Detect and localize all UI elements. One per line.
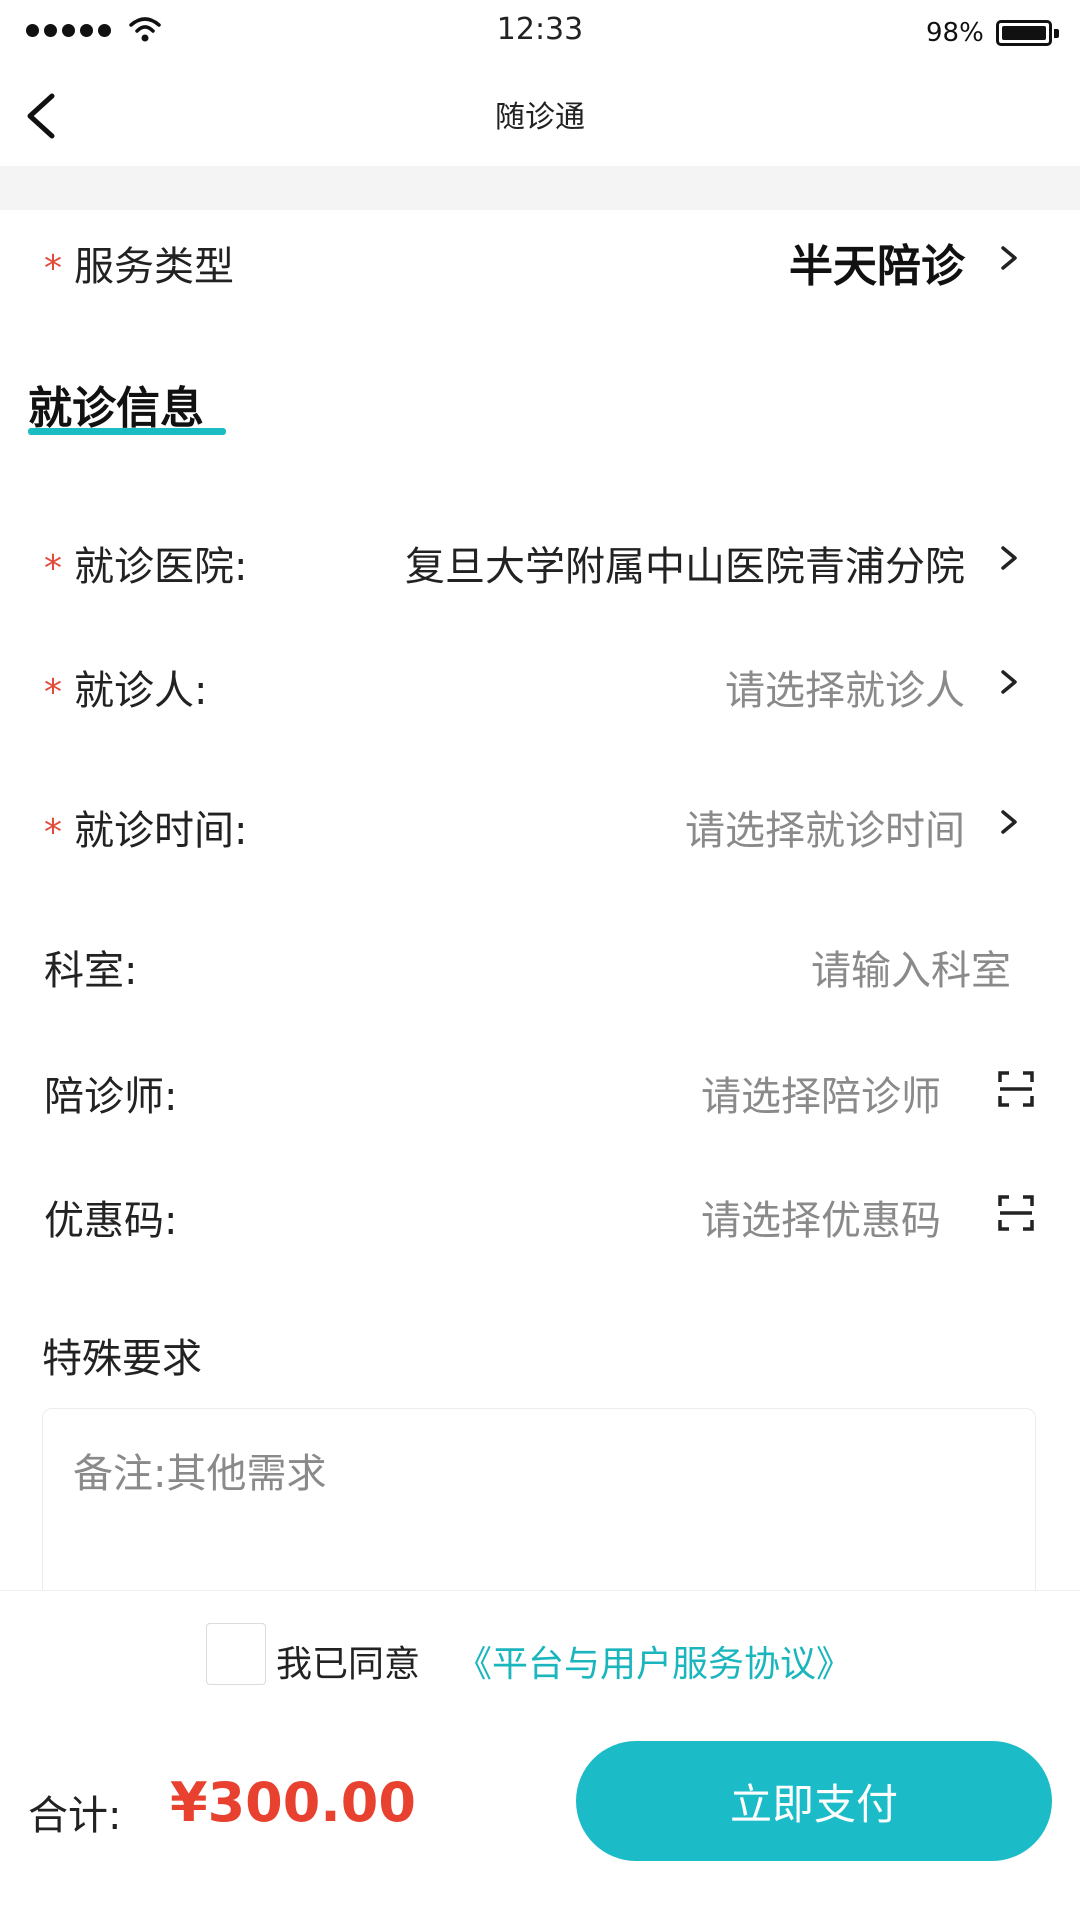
scan-icon[interactable] xyxy=(997,1194,1035,1232)
remarks-textarea[interactable]: 备注:其他需求 xyxy=(42,1408,1036,1608)
patient-label-text: 就诊人: xyxy=(74,668,208,714)
special-requirements-label: 特殊要求 xyxy=(42,1336,202,1382)
section-title: 就诊信息 xyxy=(28,383,204,434)
chevron-right-icon xyxy=(1001,670,1017,694)
total-amount: ¥300.00 xyxy=(170,1771,416,1834)
section-underline xyxy=(28,428,226,435)
service-type-label: * 服务类型 xyxy=(44,234,234,292)
agreement-row: 我已同意 《平台与用户服务协议》 xyxy=(0,1623,1080,1689)
patient-row[interactable]: * 就诊人: 请选择就诊人 xyxy=(40,646,1035,716)
remarks-placeholder: 备注:其他需求 xyxy=(73,1451,327,1497)
required-mark: * xyxy=(44,548,62,589)
chevron-right-icon xyxy=(1001,810,1017,834)
service-type-value: 半天陪诊 xyxy=(789,241,965,292)
agreement-text: 我已同意 xyxy=(276,1644,421,1685)
visit-time-placeholder: 请选择就诊时间 xyxy=(685,808,965,854)
chevron-right-icon xyxy=(1001,246,1017,270)
coupon-row[interactable]: 优惠码: 请选择优惠码 xyxy=(40,1176,1035,1246)
status-bar: 12:33 98% xyxy=(0,0,1080,62)
patient-label: * 就诊人: xyxy=(44,658,207,716)
top-divider-band xyxy=(0,166,1080,210)
page-title: 随诊通 xyxy=(495,100,585,135)
hospital-label-text: 就诊医院: xyxy=(74,544,248,590)
total-label: 合计: xyxy=(28,1793,122,1839)
visit-time-row[interactable]: * 就诊时间: 请选择就诊时间 xyxy=(40,786,1035,856)
department-input[interactable]: 请输入科室 xyxy=(811,938,1011,996)
hospital-row[interactable]: * 就诊医院: 复旦大学附属中山医院青浦分院 xyxy=(40,522,1035,592)
escort-placeholder: 请选择陪诊师 xyxy=(701,1074,941,1120)
coupon-label: 优惠码: xyxy=(44,1198,178,1244)
nav-bar: 随诊通 xyxy=(0,62,1080,166)
status-time: 12:33 xyxy=(496,12,584,47)
patient-placeholder: 请选择就诊人 xyxy=(725,668,965,714)
required-mark: * xyxy=(44,672,62,713)
battery-icon xyxy=(996,20,1059,46)
required-mark: * xyxy=(44,248,62,289)
checkout-footer: 我已同意 《平台与用户服务协议》 合计: ¥300.00 立即支付 xyxy=(0,1590,1080,1920)
agreement-checkbox[interactable] xyxy=(206,1623,266,1685)
escort-row[interactable]: 陪诊师: 请选择陪诊师 xyxy=(40,1052,1035,1122)
battery-percent: 98% xyxy=(926,18,984,48)
hospital-label: * 就诊医院: xyxy=(44,534,247,592)
department-row[interactable]: 科室: 请输入科室 xyxy=(40,926,1035,996)
agreement-link[interactable]: 《平台与用户服务协议》 xyxy=(456,1635,852,1687)
visit-time-label: * 就诊时间: xyxy=(44,798,247,856)
service-type-row[interactable]: * 服务类型 半天陪诊 xyxy=(40,222,1035,292)
chevron-right-icon xyxy=(1001,546,1017,570)
pay-now-button[interactable]: 立即支付 xyxy=(576,1741,1052,1861)
hospital-value: 复旦大学附属中山医院青浦分院 xyxy=(405,544,965,590)
service-type-label-text: 服务类型 xyxy=(74,244,234,290)
coupon-placeholder: 请选择优惠码 xyxy=(701,1198,941,1244)
visit-time-label-text: 就诊时间: xyxy=(74,808,248,854)
escort-label: 陪诊师: xyxy=(44,1074,178,1120)
department-label: 科室: xyxy=(44,948,138,994)
scan-icon[interactable] xyxy=(997,1070,1035,1108)
required-mark: * xyxy=(44,812,62,853)
